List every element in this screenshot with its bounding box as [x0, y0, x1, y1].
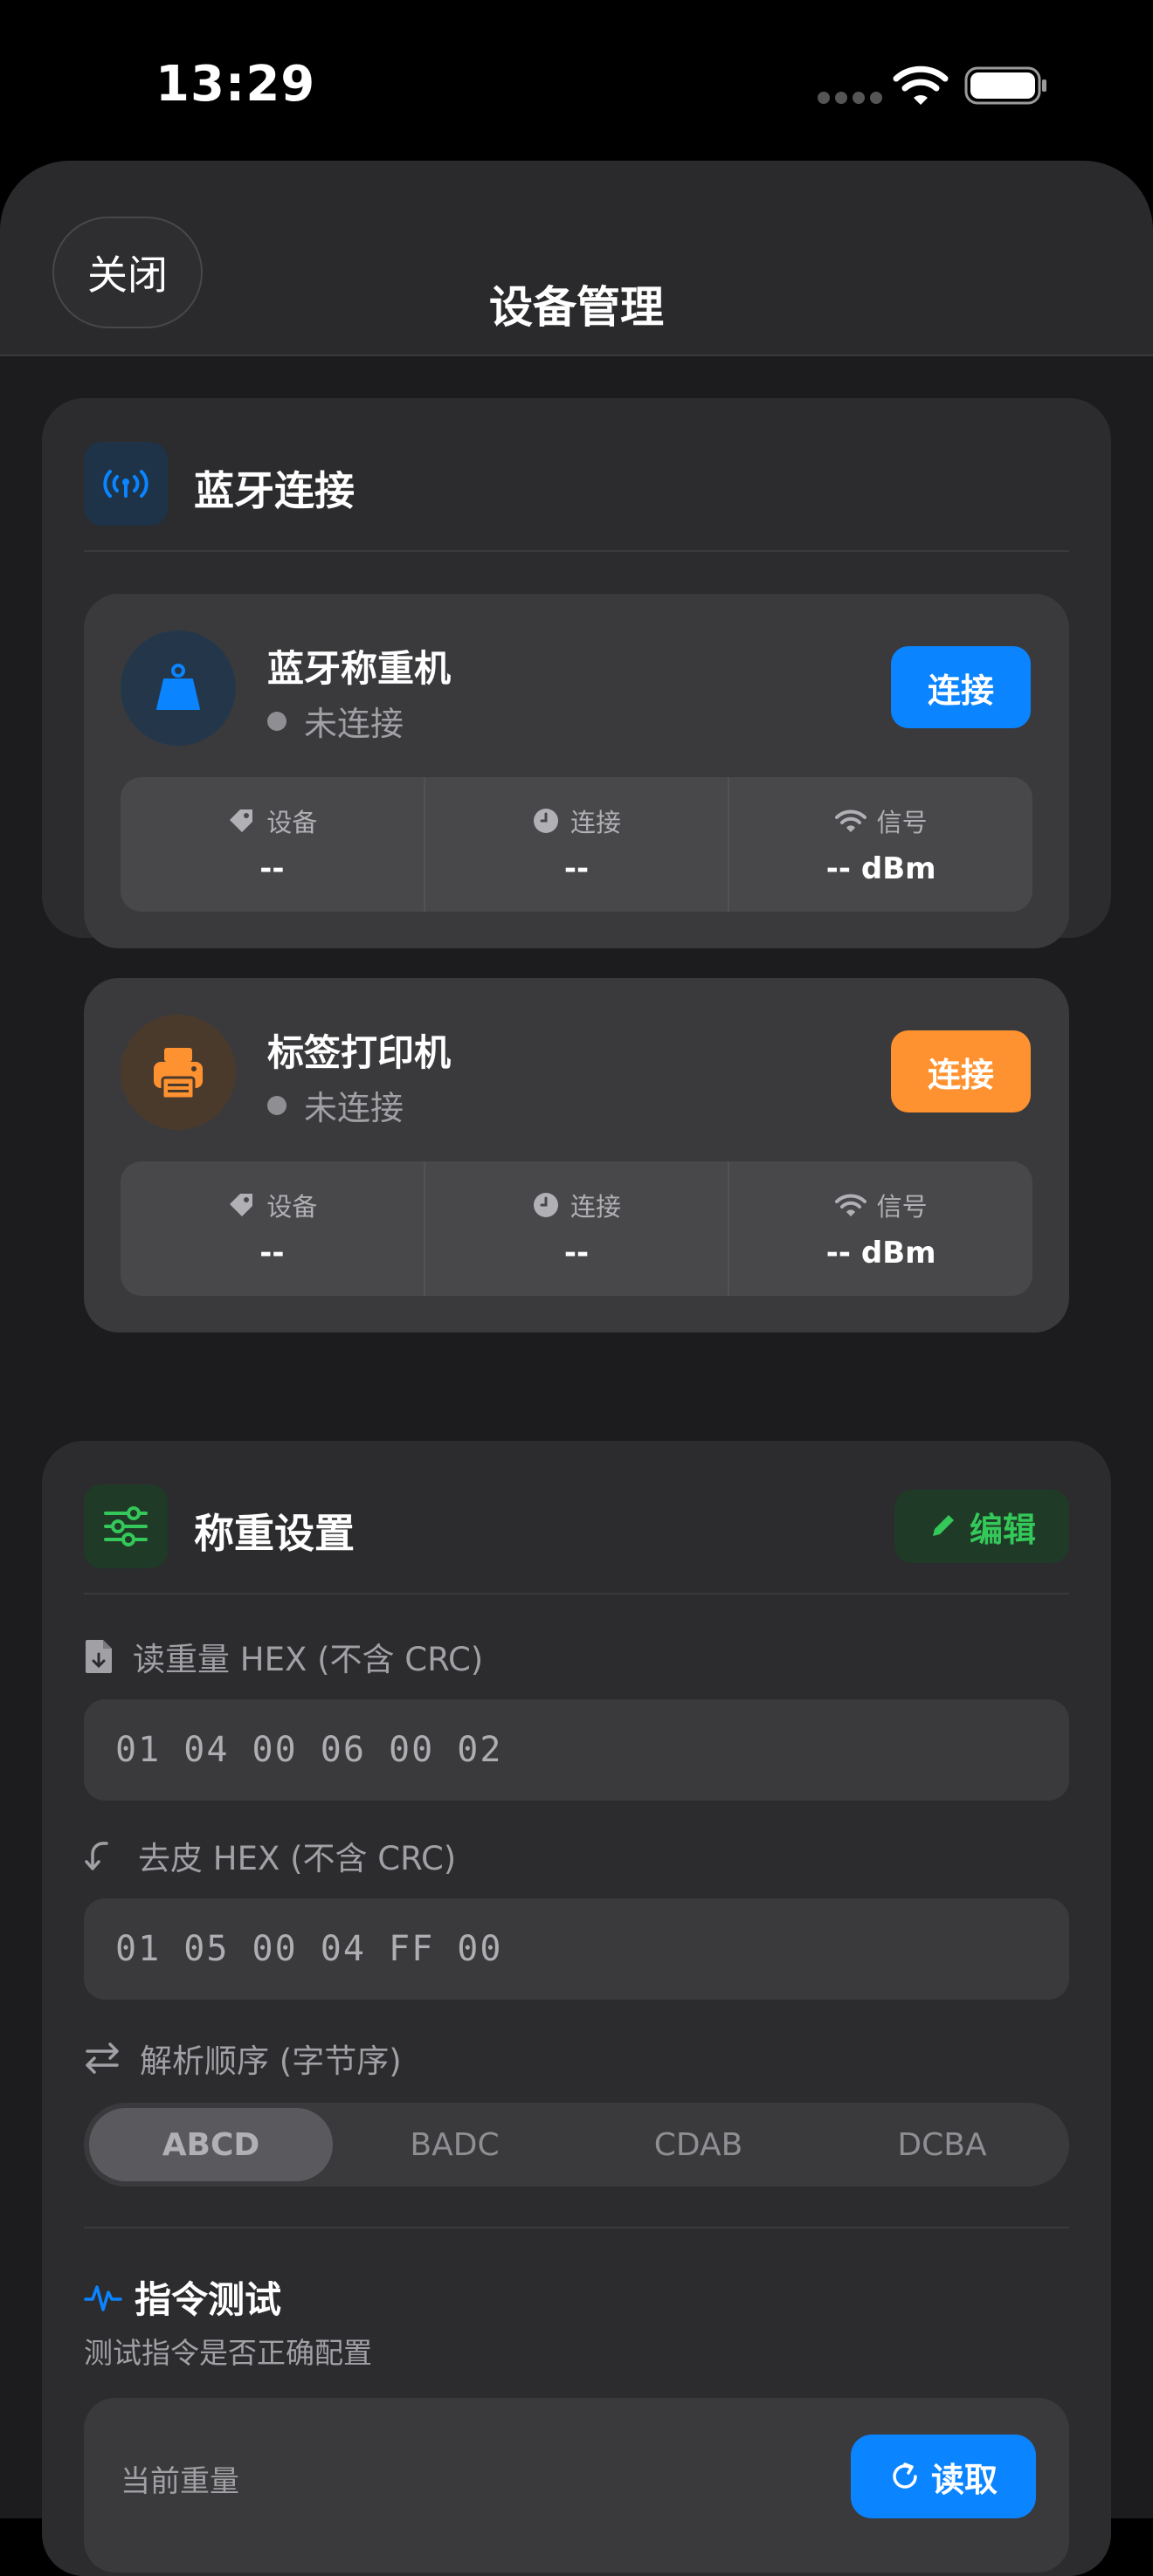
tare-hex-field[interactable]: 01 05 00 04 FF 00 [84, 1898, 1069, 2000]
device-status-text: 未连接 [304, 1089, 404, 1127]
command-test-title: 指令测试 [84, 2270, 281, 2324]
read-weight-hex-field[interactable]: 01 04 00 06 00 02 [84, 1699, 1069, 1801]
connect-printer-button[interactable]: 连接 [891, 1030, 1031, 1112]
edit-button[interactable]: 编辑 [894, 1490, 1069, 1563]
weigh-settings-title: 称重设置 [194, 1510, 355, 1557]
device-card-scale: 蓝牙称重机 未连接 连接 设备 -- 连接 -- 信号 -- dBm [84, 594, 1069, 948]
edit-label: 编辑 [969, 1510, 1036, 1549]
device-name: 标签打印机 [267, 1031, 452, 1074]
connect-scale-button[interactable]: 连接 [891, 646, 1031, 728]
device-status-text: 未连接 [304, 705, 404, 743]
document-download-icon [86, 1640, 112, 1673]
stat-connection: 连接 -- [423, 777, 728, 912]
clock-icon [534, 1193, 558, 1217]
weigh-settings-card: 称重设置 编辑 读重量 HEX (不含 CRC) 01 04 00 06 00 … [42, 1441, 1111, 2576]
tag-icon [230, 809, 253, 832]
read-weight-label-text: 读重量 HEX (不含 CRC) [133, 1641, 484, 1678]
command-test-subtitle: 测试指令是否正确配置 [84, 2336, 372, 2370]
segment-abcd[interactable]: ABCD [89, 2108, 333, 2181]
divider [84, 550, 1069, 552]
byte-order-label: 解析顺序 (字节序) [84, 2035, 402, 2082]
stat-connection: 连接 -- [423, 1161, 728, 1296]
device-card-printer: 标签打印机 未连接 连接 设备 -- 连接 -- 信号 -- dBm [84, 978, 1069, 1333]
stat-label: 信号 [876, 1192, 928, 1222]
tare-label: 去皮 HEX (不含 CRC) [84, 1832, 456, 1879]
bluetooth-card: 蓝牙连接 蓝牙称重机 未连接 连接 设备 -- 连接 -- 信号 -- dBm … [42, 398, 1111, 1333]
stat-value: -- [563, 851, 590, 886]
device-stats: 设备 -- 连接 -- 信号 -- dBm [121, 1161, 1032, 1296]
stat-label: 连接 [570, 808, 622, 837]
page-title: 设备管理 [489, 282, 664, 333]
divider [84, 1593, 1069, 1595]
printer-icon [121, 1015, 236, 1130]
cellular-signal-icon [818, 91, 887, 104]
sliders-icon [84, 1484, 168, 1568]
stat-value: -- [259, 851, 285, 886]
tag-icon [230, 1194, 253, 1216]
undo-arrow-icon [85, 1842, 108, 1870]
stat-label: 设备 [266, 1192, 318, 1222]
stat-device: 设备 -- [121, 1161, 424, 1296]
segment-dcba[interactable]: DCBA [820, 2108, 1064, 2181]
command-test-title-text: 指令测试 [135, 2278, 282, 2321]
status-bar: 13:29 [0, 0, 1153, 166]
stat-label: 设备 [266, 808, 318, 837]
current-weight-label: 当前重量 [121, 2464, 239, 2499]
wifi-icon [834, 809, 866, 832]
device-status: 未连接 [267, 697, 404, 745]
pencil-icon [932, 1515, 954, 1536]
stat-signal: 信号 -- dBm [728, 1161, 1032, 1296]
status-time: 13:29 [155, 56, 316, 113]
antenna-icon [84, 442, 168, 526]
stat-signal: 信号 -- dBm [728, 777, 1032, 912]
clock-icon [534, 809, 558, 833]
stat-value: -- [563, 1236, 590, 1271]
nav-bar: 关闭 设备管理 [0, 161, 1153, 356]
byte-order-segmented-control: ABCD BADC CDAB DCBA [84, 2103, 1069, 2187]
stat-label: 连接 [570, 1192, 622, 1222]
device-name: 蓝牙称重机 [267, 647, 452, 690]
wifi-status-icon [893, 65, 949, 105]
wifi-icon [834, 1194, 866, 1216]
byte-order-label-text: 解析顺序 (字节序) [140, 2042, 402, 2080]
segment-badc[interactable]: BADC [333, 2108, 576, 2181]
device-status: 未连接 [267, 1081, 404, 1129]
segment-cdab[interactable]: CDAB [576, 2108, 820, 2181]
waveform-icon [84, 2284, 122, 2311]
read-button[interactable]: 读取 [851, 2435, 1036, 2518]
device-stats: 设备 -- 连接 -- 信号 -- dBm [121, 777, 1032, 912]
battery-icon [964, 66, 1046, 105]
scale-weight-icon [121, 630, 236, 746]
stat-value: -- dBm [825, 1236, 936, 1271]
read-button-label: 读取 [930, 2460, 998, 2499]
device-management-sheet: 关闭 设备管理 蓝牙连接 蓝牙称重机 未连接 连接 设备 -- 连接 -- 信号… [0, 161, 1153, 2576]
stat-value: -- [259, 1236, 285, 1271]
read-weight-label: 读重量 HEX (不含 CRC) [84, 1633, 483, 1680]
stat-device: 设备 -- [121, 777, 424, 912]
swap-arrows-icon [86, 2042, 119, 2074]
bluetooth-section-title: 蓝牙连接 [194, 467, 355, 514]
tare-label-text: 去皮 HEX (不含 CRC) [138, 1840, 457, 1877]
refresh-icon [893, 2462, 917, 2489]
stat-label: 信号 [876, 808, 928, 837]
divider [84, 2227, 1069, 2228]
current-weight-panel: 当前重量 读取 [84, 2398, 1069, 2573]
stat-value: -- dBm [825, 851, 936, 886]
